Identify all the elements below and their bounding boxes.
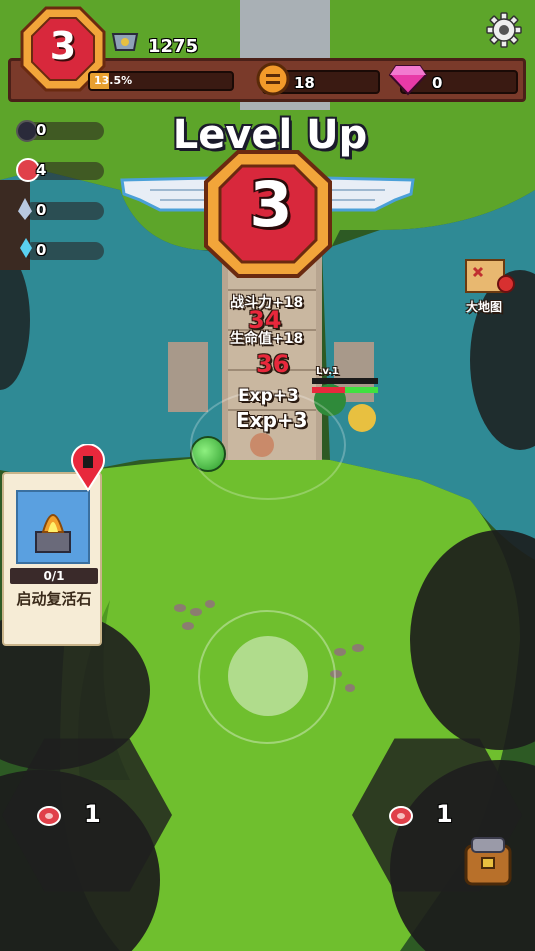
location-pin-icon bbox=[70, 443, 106, 492]
settings-button[interactable] bbox=[486, 12, 522, 48]
resource-value: 0 bbox=[36, 121, 47, 139]
gear-icon bbox=[486, 12, 522, 48]
hex-slot-right-value: 1 bbox=[436, 800, 453, 828]
game-scene: 3 1275 13.5% 18 0 0 4 0 0 Level Up 3 战斗力… bbox=[0, 0, 535, 951]
revive-stone-label: 启动复活石 bbox=[16, 590, 92, 608]
gem-value: 0 bbox=[432, 74, 443, 92]
hex-slot-left-value: 1 bbox=[84, 800, 101, 828]
aim-ring bbox=[190, 390, 346, 500]
joystick-thumb[interactable] bbox=[228, 636, 308, 716]
resource-value: 0 bbox=[36, 241, 47, 259]
resource-list: 0 4 0 0 bbox=[14, 118, 104, 260]
dark-orb-icon bbox=[16, 120, 38, 142]
trophy-icon bbox=[110, 30, 140, 58]
damage-number: 36 bbox=[256, 350, 290, 378]
score-value: 1275 bbox=[148, 36, 199, 57]
gem-icon bbox=[388, 62, 428, 96]
world-map-label: 大地图 bbox=[466, 300, 503, 314]
level-up-number: 3 bbox=[249, 168, 293, 241]
meat-icon bbox=[388, 802, 414, 828]
left-wing-icon bbox=[120, 176, 218, 212]
revive-stone-icon bbox=[35, 514, 71, 553]
coin-value: 18 bbox=[294, 74, 315, 92]
revive-stone-image bbox=[16, 490, 90, 564]
map-scroll-icon bbox=[465, 259, 515, 293]
backpack-button[interactable] bbox=[458, 832, 518, 888]
player-level-value: 3 bbox=[49, 24, 77, 68]
exp-percent: 13.5% bbox=[94, 74, 133, 87]
world-map-button[interactable]: 大地图 bbox=[460, 254, 520, 318]
unit-health-bar bbox=[312, 378, 378, 393]
hp-gain-text: 生命值+18 bbox=[230, 331, 304, 347]
revive-stone-card[interactable]: 0/1 启动复活石 bbox=[2, 472, 102, 646]
resource-value: 4 bbox=[36, 161, 47, 179]
revive-progress-text: 0/1 bbox=[43, 569, 65, 583]
coin-icon bbox=[256, 62, 290, 96]
exp-bar: 13.5% bbox=[88, 71, 234, 91]
unit-level-label: Lv.1 bbox=[316, 366, 339, 377]
meat-icon bbox=[36, 802, 62, 828]
backpack-icon bbox=[464, 837, 512, 886]
resource-value: 0 bbox=[36, 201, 47, 219]
